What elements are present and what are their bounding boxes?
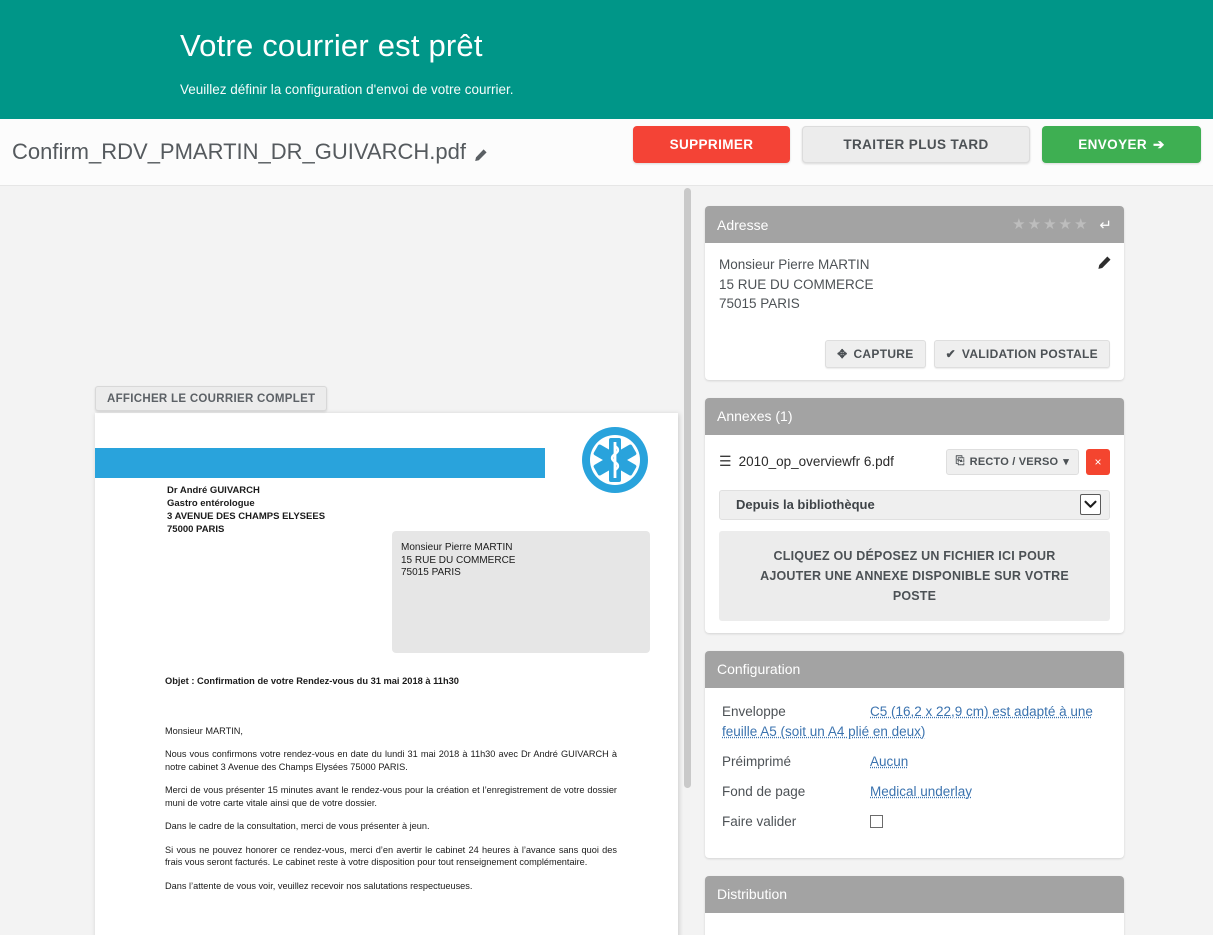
star-icon[interactable]: ★: [1059, 217, 1072, 232]
configuration-panel-title: Configuration: [717, 661, 801, 677]
letter-salutation: Monsieur MARTIN,: [165, 725, 243, 736]
star-of-life-icon: [580, 425, 650, 500]
star-icon[interactable]: ★: [1043, 217, 1056, 232]
configuration-panel-header: Configuration: [705, 650, 1124, 688]
show-full-letter-button[interactable]: AFFICHER LE COURRIER COMPLET: [95, 386, 328, 411]
check-icon: ✔: [945, 346, 956, 361]
sender-specialty: Gastro entérologue: [167, 498, 255, 509]
address-line: 75015 PARIS: [719, 296, 800, 311]
distribution-panel-body: [705, 913, 1124, 935]
address-panel-body: Monsieur Pierre MARTIN 15 RUE DU COMMERC…: [705, 243, 1124, 380]
address-panel-header: Adresse ★ ★ ★ ★ ★ ↵: [705, 206, 1124, 243]
chevron-down-icon: ▾: [1063, 456, 1069, 468]
letter-sender-block: Dr André GUIVARCH Gastro entérologue 3 A…: [167, 484, 325, 536]
star-icon[interactable]: ★: [1028, 217, 1041, 232]
delete-button[interactable]: SUPPRIMER: [633, 126, 790, 163]
config-label-validate: Faire valider: [722, 813, 797, 829]
recto-verso-label: RECTO / VERSO: [969, 455, 1059, 468]
arrow-right-icon: ➔: [1153, 136, 1165, 152]
config-row-preprinted: Préimprimé Aucun: [722, 752, 1110, 772]
letter-page: Dr André GUIVARCH Gastro entérologue 3 A…: [95, 413, 678, 935]
annexes-panel-body: ☰ 2010_op_overviewfr 6.pdf ⎘ RECTO / VER…: [705, 435, 1124, 633]
address-rating[interactable]: ★ ★ ★ ★ ★: [1012, 217, 1087, 232]
config-label-preprinted: Préimprimé: [722, 753, 792, 769]
letter-paragraph: Merci de vous présenter 15 minutes avant…: [165, 785, 617, 808]
annex-file-name: 2010_op_overviewfr 6.pdf: [738, 454, 894, 469]
recipient-street: 15 RUE DU COMMERCE: [401, 554, 516, 566]
hero-banner: Votre courrier est prêt Veuillez définir…: [0, 0, 1213, 119]
recipient-name: Monsieur Pierre MARTIN: [401, 542, 513, 553]
annexes-panel-header: Annexes (1): [705, 397, 1124, 435]
send-button-label: ENVOYER: [1078, 137, 1148, 152]
postal-validation-label: VALIDATION POSTALE: [961, 346, 1098, 361]
distribution-panel: Distribution: [705, 875, 1124, 935]
chevron-down-icon[interactable]: [1080, 494, 1101, 515]
config-row-envelope: Enveloppe C5 (16,2 x 22,9 cm) est adapté …: [722, 702, 1110, 742]
annexes-panel: Annexes (1) ☰ 2010_op_overviewfr 6.pdf ⎘…: [705, 397, 1124, 633]
config-row-validate: Faire valider: [722, 812, 1110, 832]
address-panel-title: Adresse: [717, 216, 769, 233]
sender-name: Dr André GUIVARCH: [167, 485, 260, 496]
star-icon[interactable]: ★: [1074, 217, 1087, 232]
page-title: Votre courrier est prêt: [180, 28, 483, 63]
letter-subject: Objet : Confirmation de votre Rendez-vou…: [165, 676, 459, 686]
toolbar-actions: SUPPRIMER TRAITER PLUS TARD ENVOYER ➔: [633, 126, 1201, 163]
config-value-preprinted[interactable]: Aucun: [870, 754, 908, 769]
annex-item: ☰ 2010_op_overviewfr 6.pdf ⎘ RECTO / VER…: [719, 447, 1110, 477]
address-line: 15 RUE DU COMMERCE: [719, 276, 874, 292]
config-label-background: Fond de page: [722, 783, 806, 799]
library-select-label: Depuis la bibliothèque: [736, 497, 875, 512]
letter-paragraph: Si vous ne pouvez honorer ce rendez-vous…: [165, 844, 617, 868]
faire-valider-checkbox[interactable]: [870, 815, 883, 829]
star-icon[interactable]: ★: [1012, 217, 1025, 232]
copy-icon: ⎘: [955, 455, 965, 467]
main-content: AFFICHER LE COURRIER COMPLET Dr André GU…: [0, 186, 1213, 935]
document-toolbar: Confirm_RDV_PMARTIN_DR_GUIVARCH.pdf SUPP…: [0, 119, 1213, 186]
configuration-panel-body: Enveloppe C5 (16,2 x 22,9 cm) est adapté …: [705, 688, 1124, 858]
recto-verso-dropdown[interactable]: ⎘ RECTO / VERSO ▾: [945, 448, 1079, 475]
drag-handle-icon[interactable]: ☰: [719, 453, 732, 470]
remove-annex-button[interactable]: ×: [1086, 448, 1110, 475]
config-row-background: Fond de page Medical underlay: [722, 782, 1110, 802]
letterhead-accent-bar: [95, 448, 545, 478]
postal-validation-button[interactable]: ✔ VALIDATION POSTALE: [933, 339, 1110, 368]
address-panel: Adresse ★ ★ ★ ★ ★ ↵ Monsieur Pierre MART…: [705, 206, 1124, 380]
settings-sidebar: Adresse ★ ★ ★ ★ ★ ↵ Monsieur Pierre MART…: [693, 186, 1213, 935]
config-value-background[interactable]: Medical underlay: [870, 784, 972, 799]
annex-dropzone[interactable]: CLIQUEZ OU DÉPOSEZ UN FICHIER ICI POUR A…: [719, 530, 1110, 621]
annexes-panel-title: Annexes (1): [717, 408, 793, 424]
recipient-city: 75015 PARIS: [401, 567, 461, 578]
page-subtitle: Veuillez définir la configuration d'envo…: [180, 82, 514, 97]
library-select[interactable]: Depuis la bibliothèque: [719, 489, 1110, 520]
edit-address-pencil-icon[interactable]: [1095, 255, 1112, 277]
document-preview-pane: AFFICHER LE COURRIER COMPLET Dr André GU…: [0, 186, 693, 935]
document-name: Confirm_RDV_PMARTIN_DR_GUIVARCH.pdf: [12, 139, 466, 164]
crosshair-icon: ✥: [837, 346, 848, 361]
pencil-icon[interactable]: [472, 144, 488, 161]
config-label-envelope: Enveloppe: [722, 703, 786, 719]
capture-button-label: CAPTURE: [853, 346, 914, 361]
document-title-group: Confirm_RDV_PMARTIN_DR_GUIVARCH.pdf: [12, 139, 488, 165]
letter-paragraph: Nous vous confirmons votre rendez-vous e…: [165, 749, 617, 772]
sender-city: 75000 PARIS: [167, 524, 225, 535]
letter-body: Objet : Confirmation de votre Rendez-vou…: [165, 675, 617, 903]
capture-button[interactable]: ✥ CAPTURE: [825, 339, 926, 368]
process-later-button[interactable]: TRAITER PLUS TARD: [802, 126, 1030, 163]
undo-arrow-icon[interactable]: ↵: [1099, 216, 1112, 234]
address-line: Monsieur Pierre MARTIN: [719, 257, 870, 272]
letter-recipient-block: Monsieur Pierre MARTIN 15 RUE DU COMMERC…: [392, 531, 650, 653]
distribution-panel-header: Distribution: [705, 875, 1124, 913]
letter-paragraph: Dans le cadre de la consultation, merci …: [165, 821, 430, 831]
address-actions: ✥ CAPTURE ✔ VALIDATION POSTALE: [719, 339, 1110, 368]
preview-scrollbar-thumb[interactable]: [684, 188, 691, 788]
sender-street: 3 AVENUE DES CHAMPS ELYSEES: [167, 511, 326, 522]
send-button[interactable]: ENVOYER ➔: [1042, 126, 1201, 163]
letter-paragraph: Dans l’attente de vous voir, veuillez re…: [165, 880, 473, 891]
distribution-panel-title: Distribution: [717, 886, 788, 902]
configuration-panel: Configuration Enveloppe C5 (16,2 x 22,9 c…: [705, 650, 1124, 858]
